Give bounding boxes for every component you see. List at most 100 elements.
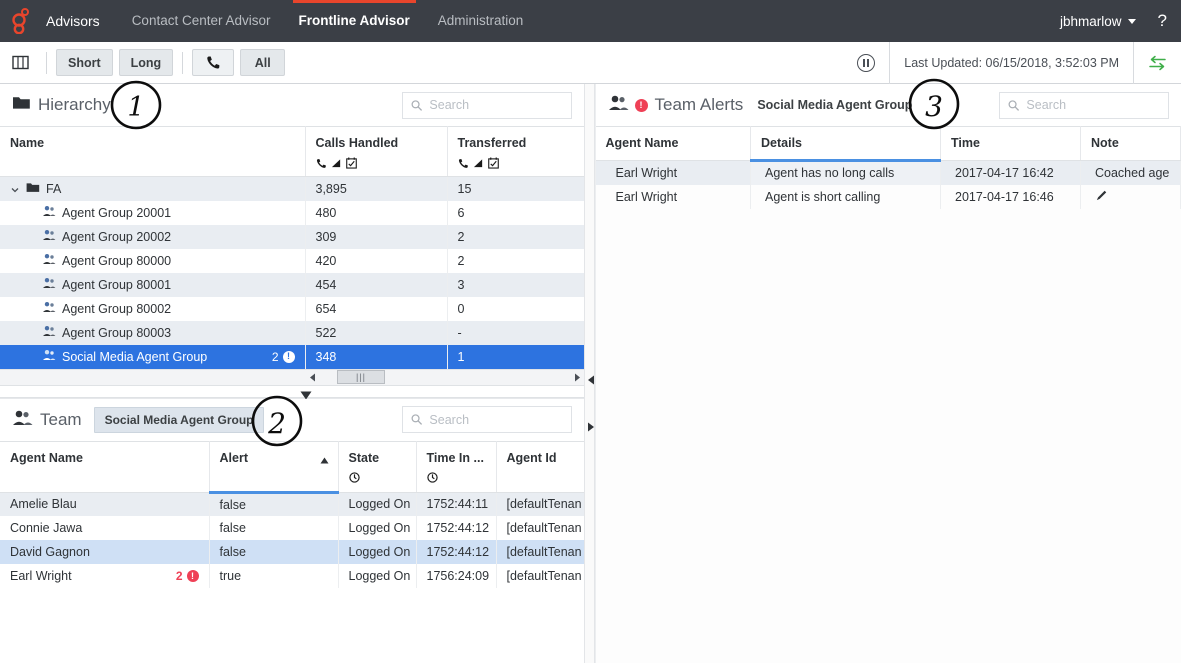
- phone-filter-button[interactable]: [192, 49, 235, 76]
- table-row[interactable]: David Gagnon false Logged On 1752:44:12 …: [0, 540, 585, 564]
- nav-item-contact-center-advisor[interactable]: Contact Center Advisor: [118, 0, 285, 42]
- columns-icon[interactable]: [0, 42, 40, 84]
- info-icon[interactable]: !: [282, 350, 295, 363]
- nav-item-frontline-advisor[interactable]: Frontline Advisor: [285, 0, 424, 42]
- hierarchy-row-transferred: 3: [447, 272, 585, 297]
- hierarchy-row-name-label: Agent Group 20001: [62, 205, 172, 220]
- alerts-row-note[interactable]: [1080, 184, 1181, 209]
- team-alerts-body: Earl Wright Agent has no long calls 2017…: [595, 160, 1181, 209]
- hierarchy-row-name[interactable]: Agent Group 20001: [0, 200, 306, 225]
- hierarchy-row-calls-handled: 420: [305, 248, 448, 273]
- table-row[interactable]: Agent Group 20002 309 2: [0, 224, 585, 249]
- alerts-col-note[interactable]: Note: [1080, 126, 1181, 161]
- help-icon[interactable]: ?: [1158, 11, 1167, 31]
- expand-right-arrow[interactable]: [587, 419, 595, 432]
- hierarchy-row-alert-count[interactable]: 2 !: [272, 350, 295, 364]
- hierarchy-row-transferred: 1: [447, 344, 585, 369]
- search-icon: [1008, 99, 1020, 111]
- hierarchy-col-transferred[interactable]: Transferred: [447, 126, 585, 177]
- team-alerts-search[interactable]: [999, 91, 1169, 119]
- all-filter-button[interactable]: All: [240, 49, 286, 76]
- hierarchy-row-name[interactable]: Agent Group 80003: [0, 320, 306, 345]
- team-col-agent-name[interactable]: Agent Name: [0, 440, 210, 493]
- team-row-state: Logged On: [338, 564, 417, 588]
- table-row[interactable]: Agent Group 80003 522 -: [0, 320, 585, 345]
- collapse-left-arrow[interactable]: [587, 372, 595, 385]
- alerts-row-time: 2017-04-17 16:42: [940, 160, 1081, 185]
- hierarchy-row-name[interactable]: Agent Group 80000: [0, 248, 306, 273]
- team-icon: [12, 409, 33, 431]
- panel-splitter[interactable]: [584, 84, 595, 663]
- hierarchy-row-name[interactable]: Agent Group 80002: [0, 296, 306, 321]
- team-col-time-in-icons: [426, 471, 486, 485]
- hierarchy-row-calls-handled: 480: [305, 200, 448, 225]
- table-row[interactable]: Connie Jawa false Logged On 1752:44:12 […: [0, 516, 585, 540]
- table-row[interactable]: Social Media Agent Group 2 ! 348 1: [0, 344, 585, 369]
- hierarchy-search[interactable]: [402, 91, 572, 119]
- agent-group-icon: [42, 349, 56, 364]
- team-col-alert[interactable]: Alert: [209, 440, 339, 494]
- alerts-col-details[interactable]: Details: [750, 126, 941, 162]
- hierarchy-team-splitter[interactable]: [0, 384, 584, 399]
- team-alerts-search-input[interactable]: [1026, 98, 1160, 112]
- alerts-col-time[interactable]: Time: [940, 126, 1081, 161]
- frontline-advisor-app: Advisors Contact Center Advisor Frontlin…: [0, 0, 1181, 663]
- hierarchy-row-name[interactable]: Agent Group 80001: [0, 272, 306, 297]
- scroll-right-arrow[interactable]: [570, 373, 584, 382]
- team-row-alert: false: [209, 540, 339, 564]
- user-menu[interactable]: jbhmarlow: [1060, 14, 1136, 29]
- scroll-left-arrow[interactable]: [305, 373, 319, 382]
- team-alerts-header: ! Team Alerts Social Media Agent Group: [595, 84, 1181, 126]
- scroll-thumb[interactable]: |||: [337, 370, 385, 384]
- top-navigation-bar: Advisors Contact Center Advisor Frontlin…: [0, 0, 1181, 42]
- table-row[interactable]: Earl Wright 2 ! true Logged On 1756:24:0…: [0, 564, 585, 588]
- hierarchy-horizontal-scrollbar[interactable]: |||: [0, 368, 584, 385]
- team-search-input[interactable]: [429, 412, 563, 427]
- table-row[interactable]: Earl Wright Agent is short calling 2017-…: [595, 184, 1181, 209]
- hierarchy-row-transferred: 2: [447, 224, 585, 249]
- team-row-alert: true: [209, 564, 339, 588]
- hierarchy-scroll-track[interactable]: |||: [319, 369, 570, 385]
- team-col-agent-id[interactable]: Agent Id: [496, 440, 585, 493]
- team-col-state[interactable]: State: [338, 440, 417, 493]
- nav-brand-advisors[interactable]: Advisors: [42, 0, 118, 42]
- table-row[interactable]: Agent Group 80000 420 2: [0, 248, 585, 273]
- swap-arrows-icon[interactable]: [1134, 55, 1181, 71]
- hierarchy-row-transferred: -: [447, 320, 585, 345]
- hierarchy-col-transferred-label: Transferred: [457, 136, 527, 150]
- table-row[interactable]: FA 3,895 15: [0, 176, 585, 201]
- team-search[interactable]: [402, 406, 572, 433]
- alerts-col-details-label: Details: [761, 136, 802, 150]
- table-row[interactable]: Earl Wright Agent has no long calls 2017…: [595, 160, 1181, 185]
- hierarchy-row-name[interactable]: Agent Group 20002: [0, 224, 306, 249]
- hierarchy-col-name[interactable]: Name: [0, 126, 306, 177]
- short-button[interactable]: Short: [56, 49, 113, 76]
- long-button[interactable]: Long: [118, 49, 174, 76]
- hierarchy-row-name[interactable]: FA: [0, 176, 306, 201]
- alert-count-label: 2: [175, 569, 183, 583]
- genesys-logo[interactable]: [0, 8, 42, 34]
- team-row-state: Logged On: [338, 492, 417, 516]
- alerts-col-agent-name[interactable]: Agent Name: [595, 126, 751, 161]
- team-row-alert-badge[interactable]: 2 !: [176, 569, 199, 583]
- hierarchy-table-wrap: Name Calls Handled Transferred FA 3,895 …: [0, 126, 585, 369]
- table-row[interactable]: Amelie Blau false Logged On 1752:44:11 […: [0, 492, 585, 516]
- team-group-chip[interactable]: Social Media Agent Group: [93, 406, 265, 433]
- alert-badge-icon[interactable]: !: [186, 570, 199, 582]
- hierarchy-search-input[interactable]: [429, 98, 563, 112]
- hierarchy-header-row: Name Calls Handled Transferred: [0, 126, 585, 177]
- sort-ascending-icon[interactable]: [320, 453, 329, 467]
- team-col-time-in[interactable]: Time In ...: [416, 440, 497, 493]
- pause-icon[interactable]: [857, 53, 876, 72]
- pencil-icon: [1096, 190, 1107, 200]
- hierarchy-row-name[interactable]: Social Media Agent Group 2 !: [0, 344, 306, 369]
- table-row[interactable]: Agent Group 80001 454 3: [0, 272, 585, 297]
- table-row[interactable]: Agent Group 80002 654 0: [0, 296, 585, 321]
- table-row[interactable]: Agent Group 20001 480 6: [0, 200, 585, 225]
- chevron-down-icon[interactable]: [10, 184, 20, 194]
- agent-group-icon: [42, 205, 56, 220]
- hierarchy-title: Hierarchy: [38, 95, 111, 114]
- hierarchy-col-calls-handled[interactable]: Calls Handled: [305, 126, 448, 177]
- nav-item-administration[interactable]: Administration: [424, 0, 538, 42]
- nav-items: Advisors Contact Center Advisor Frontlin…: [42, 0, 537, 42]
